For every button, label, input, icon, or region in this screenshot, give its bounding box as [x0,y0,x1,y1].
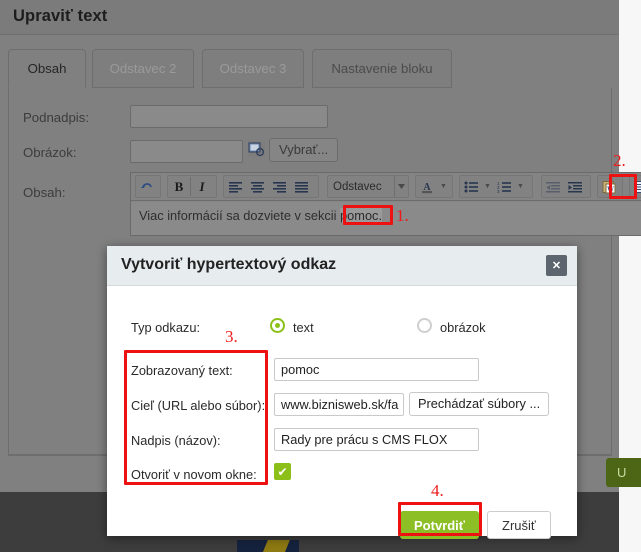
radio-label-text: text [293,320,314,335]
list-group: ▼ 123 ▼ [459,175,533,198]
outdent-icon[interactable] [542,176,564,197]
cancel-button[interactable]: Zrušiť [487,511,551,539]
editor-toolbar: B I Odstavec A ▼ ▼ 1 2 3 ▼ W [131,173,641,201]
bold-icon[interactable]: B [168,176,190,197]
display-text-input[interactable]: pomoc [274,358,479,381]
annotation-box-1 [343,205,393,225]
annotation-box-2 [609,174,637,199]
alignment-group [223,175,319,198]
svg-text:3: 3 [497,189,500,193]
title-attr-input[interactable]: Rady pre prácu s CMS FLOX [274,428,479,451]
page-title: Upraviť text [13,7,108,25]
image-label: Obrázok: [23,145,77,160]
close-icon[interactable]: ✕ [546,255,567,276]
partial-logo-image [237,540,299,552]
annotation-label-1: 1. [396,206,409,225]
url-input[interactable]: www.biznisweb.sk/fa [274,393,404,416]
text-style-group: B I [167,175,217,198]
format-select[interactable]: Odstavec [327,175,409,198]
editor-text-before: Viac informácií sa dozviete v sekcii [139,208,341,223]
radio-link-type-image[interactable] [417,318,432,333]
annotation-label-2: 2. [613,151,626,170]
undo-icon[interactable] [136,176,158,197]
image-input[interactable] [130,140,243,163]
image-picker-icon[interactable] [248,141,265,157]
new-window-checkbox[interactable]: ✔ [274,463,291,480]
content-label: Obsah: [23,185,66,200]
indent-group [541,175,591,198]
subtitle-input[interactable] [130,105,328,128]
rich-text-editor[interactable]: B I Odstavec A ▼ ▼ 1 2 3 ▼ W Viac inform… [130,172,641,236]
dialog-title: Vytvoriť hypertextový odkaz [121,256,337,273]
numbered-list-icon[interactable]: 123 [493,176,515,197]
indent-icon[interactable] [564,176,586,197]
radio-link-type-text[interactable] [270,318,285,333]
annotation-box-3 [124,350,268,485]
link-type-label: Typ odkazu: [131,320,201,335]
annotation-label-4: 4. [431,481,444,500]
italic-icon[interactable]: I [191,176,213,197]
undo-group [135,175,161,198]
subtitle-label: Podnadpis: [23,110,89,125]
tab-bar: Obsah Odstavec 2 Odstavec 3 Nastavenie b… [8,49,612,89]
font-color-icon[interactable]: A [416,176,438,197]
format-select-value: Odstavec [333,180,382,193]
annotation-box-4 [398,502,482,536]
bullet-list-chevron-icon[interactable]: ▼ [482,183,493,190]
chevron-down-icon[interactable] [394,176,408,197]
annotation-label-3: 3. [225,327,238,346]
dialog-header: Vytvoriť hypertextový odkaz ✕ [107,246,577,286]
font-color-chevron-icon[interactable]: ▼ [438,183,449,190]
image-select-button[interactable]: Vybrať... [269,138,339,162]
radio-label-image: obrázok [440,320,486,335]
save-button[interactable]: U [606,458,641,487]
tab-odstavec-2[interactable]: Odstavec 2 [92,49,194,88]
browse-files-button[interactable]: Prechádzať súbory ... [409,392,550,416]
align-left-icon[interactable] [224,176,246,197]
align-justify-icon[interactable] [290,176,312,197]
tab-odstavec-3[interactable]: Odstavec 3 [202,49,304,88]
numbered-list-chevron-icon[interactable]: ▼ [515,183,526,190]
align-center-icon[interactable] [246,176,268,197]
tab-obsah[interactable]: Obsah [8,49,86,88]
app-root: Upraviť text Obsah Odstavec 2 Odstavec 3… [0,0,641,552]
tab-nastavenie-bloku[interactable]: Nastavenie bloku [312,49,452,88]
bullet-list-icon[interactable] [460,176,482,197]
align-right-icon[interactable] [268,176,290,197]
font-color-group: A ▼ [415,175,453,198]
